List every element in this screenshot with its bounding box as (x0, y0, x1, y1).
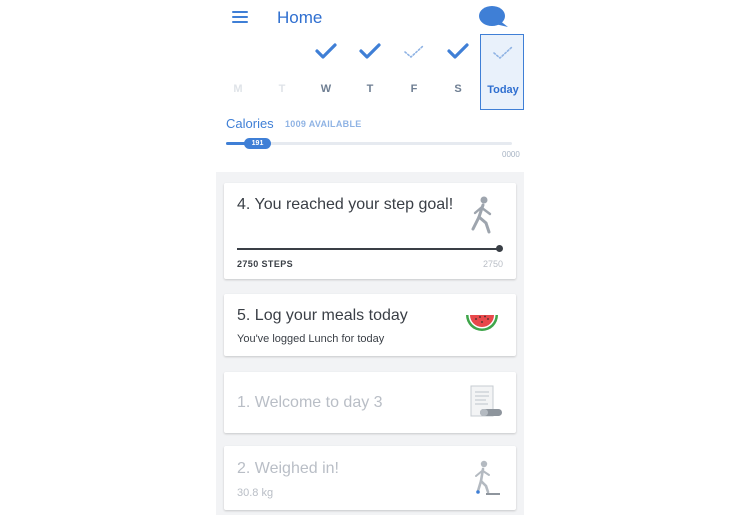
checkmark-icon (314, 42, 338, 62)
card-title: 5. Log your meals today (237, 307, 408, 324)
calories-slider-thumb[interactable]: 191 (244, 138, 271, 149)
dotted-checkmark-icon (402, 42, 426, 62)
card-subtitle: You've logged Lunch for today (237, 333, 385, 345)
checkmark-icon (358, 42, 382, 62)
day-label: T (366, 83, 374, 95)
steps-progress-end (496, 245, 503, 252)
day-label: F (410, 83, 418, 95)
day-wednesday[interactable]: W (304, 34, 348, 110)
page-title: Home (277, 8, 323, 27)
day-friday[interactable]: F (392, 34, 436, 110)
day-label: W (320, 83, 332, 95)
step-goal-card[interactable]: 4. You reached your step goal! 2750 STEP… (224, 183, 516, 279)
day-today[interactable]: Today (480, 34, 524, 110)
day-thursday[interactable]: T (348, 34, 392, 110)
card-title: 4. You reached your step goal! (237, 196, 454, 213)
day-monday[interactable]: M (216, 34, 260, 110)
chat-bubble-icon[interactable] (479, 6, 509, 28)
top-bar: Home (216, 0, 524, 36)
day-saturday[interactable]: S (436, 34, 480, 110)
steps-label: 2750 STEPS (237, 259, 294, 269)
week-day-selector: M T W T F S Today (216, 34, 524, 110)
day-label: M (233, 83, 243, 95)
document-icon (468, 384, 504, 422)
steps-goal: 2750 (482, 259, 503, 269)
calories-available: 1009 AVAILABLE (285, 119, 362, 129)
card-feed: 4. You reached your step goal! 2750 STEP… (216, 172, 524, 515)
watermelon-icon (464, 311, 500, 335)
hamburger-menu-icon[interactable] (232, 11, 248, 24)
calories-section: Calories 1009 AVAILABLE 191 0000 (216, 112, 524, 172)
card-title: 1. Welcome to day 3 (237, 394, 383, 411)
app-screen: Home M T W T F S Today Calories 1009 AVA… (216, 0, 524, 515)
day-tuesday[interactable]: T (260, 34, 304, 110)
walking-person-icon (467, 195, 497, 235)
person-on-scale-icon (470, 459, 502, 499)
dotted-checkmark-icon (491, 43, 515, 63)
welcome-card[interactable]: 1. Welcome to day 3 (224, 372, 516, 433)
calories-title: Calories (226, 116, 274, 131)
day-label: T (278, 83, 286, 95)
checkmark-icon (446, 42, 470, 62)
calories-max: 0000 (502, 150, 520, 159)
steps-progress-track (237, 248, 499, 250)
card-subtitle: 30.8 kg (237, 487, 274, 499)
day-label: Today (487, 84, 519, 96)
weighed-in-card[interactable]: 2. Weighed in! 30.8 kg (224, 446, 516, 510)
day-label: S (454, 83, 462, 95)
card-title: 2. Weighed in! (237, 460, 339, 477)
log-meals-card[interactable]: 5. Log your meals today You've logged Lu… (224, 294, 516, 356)
